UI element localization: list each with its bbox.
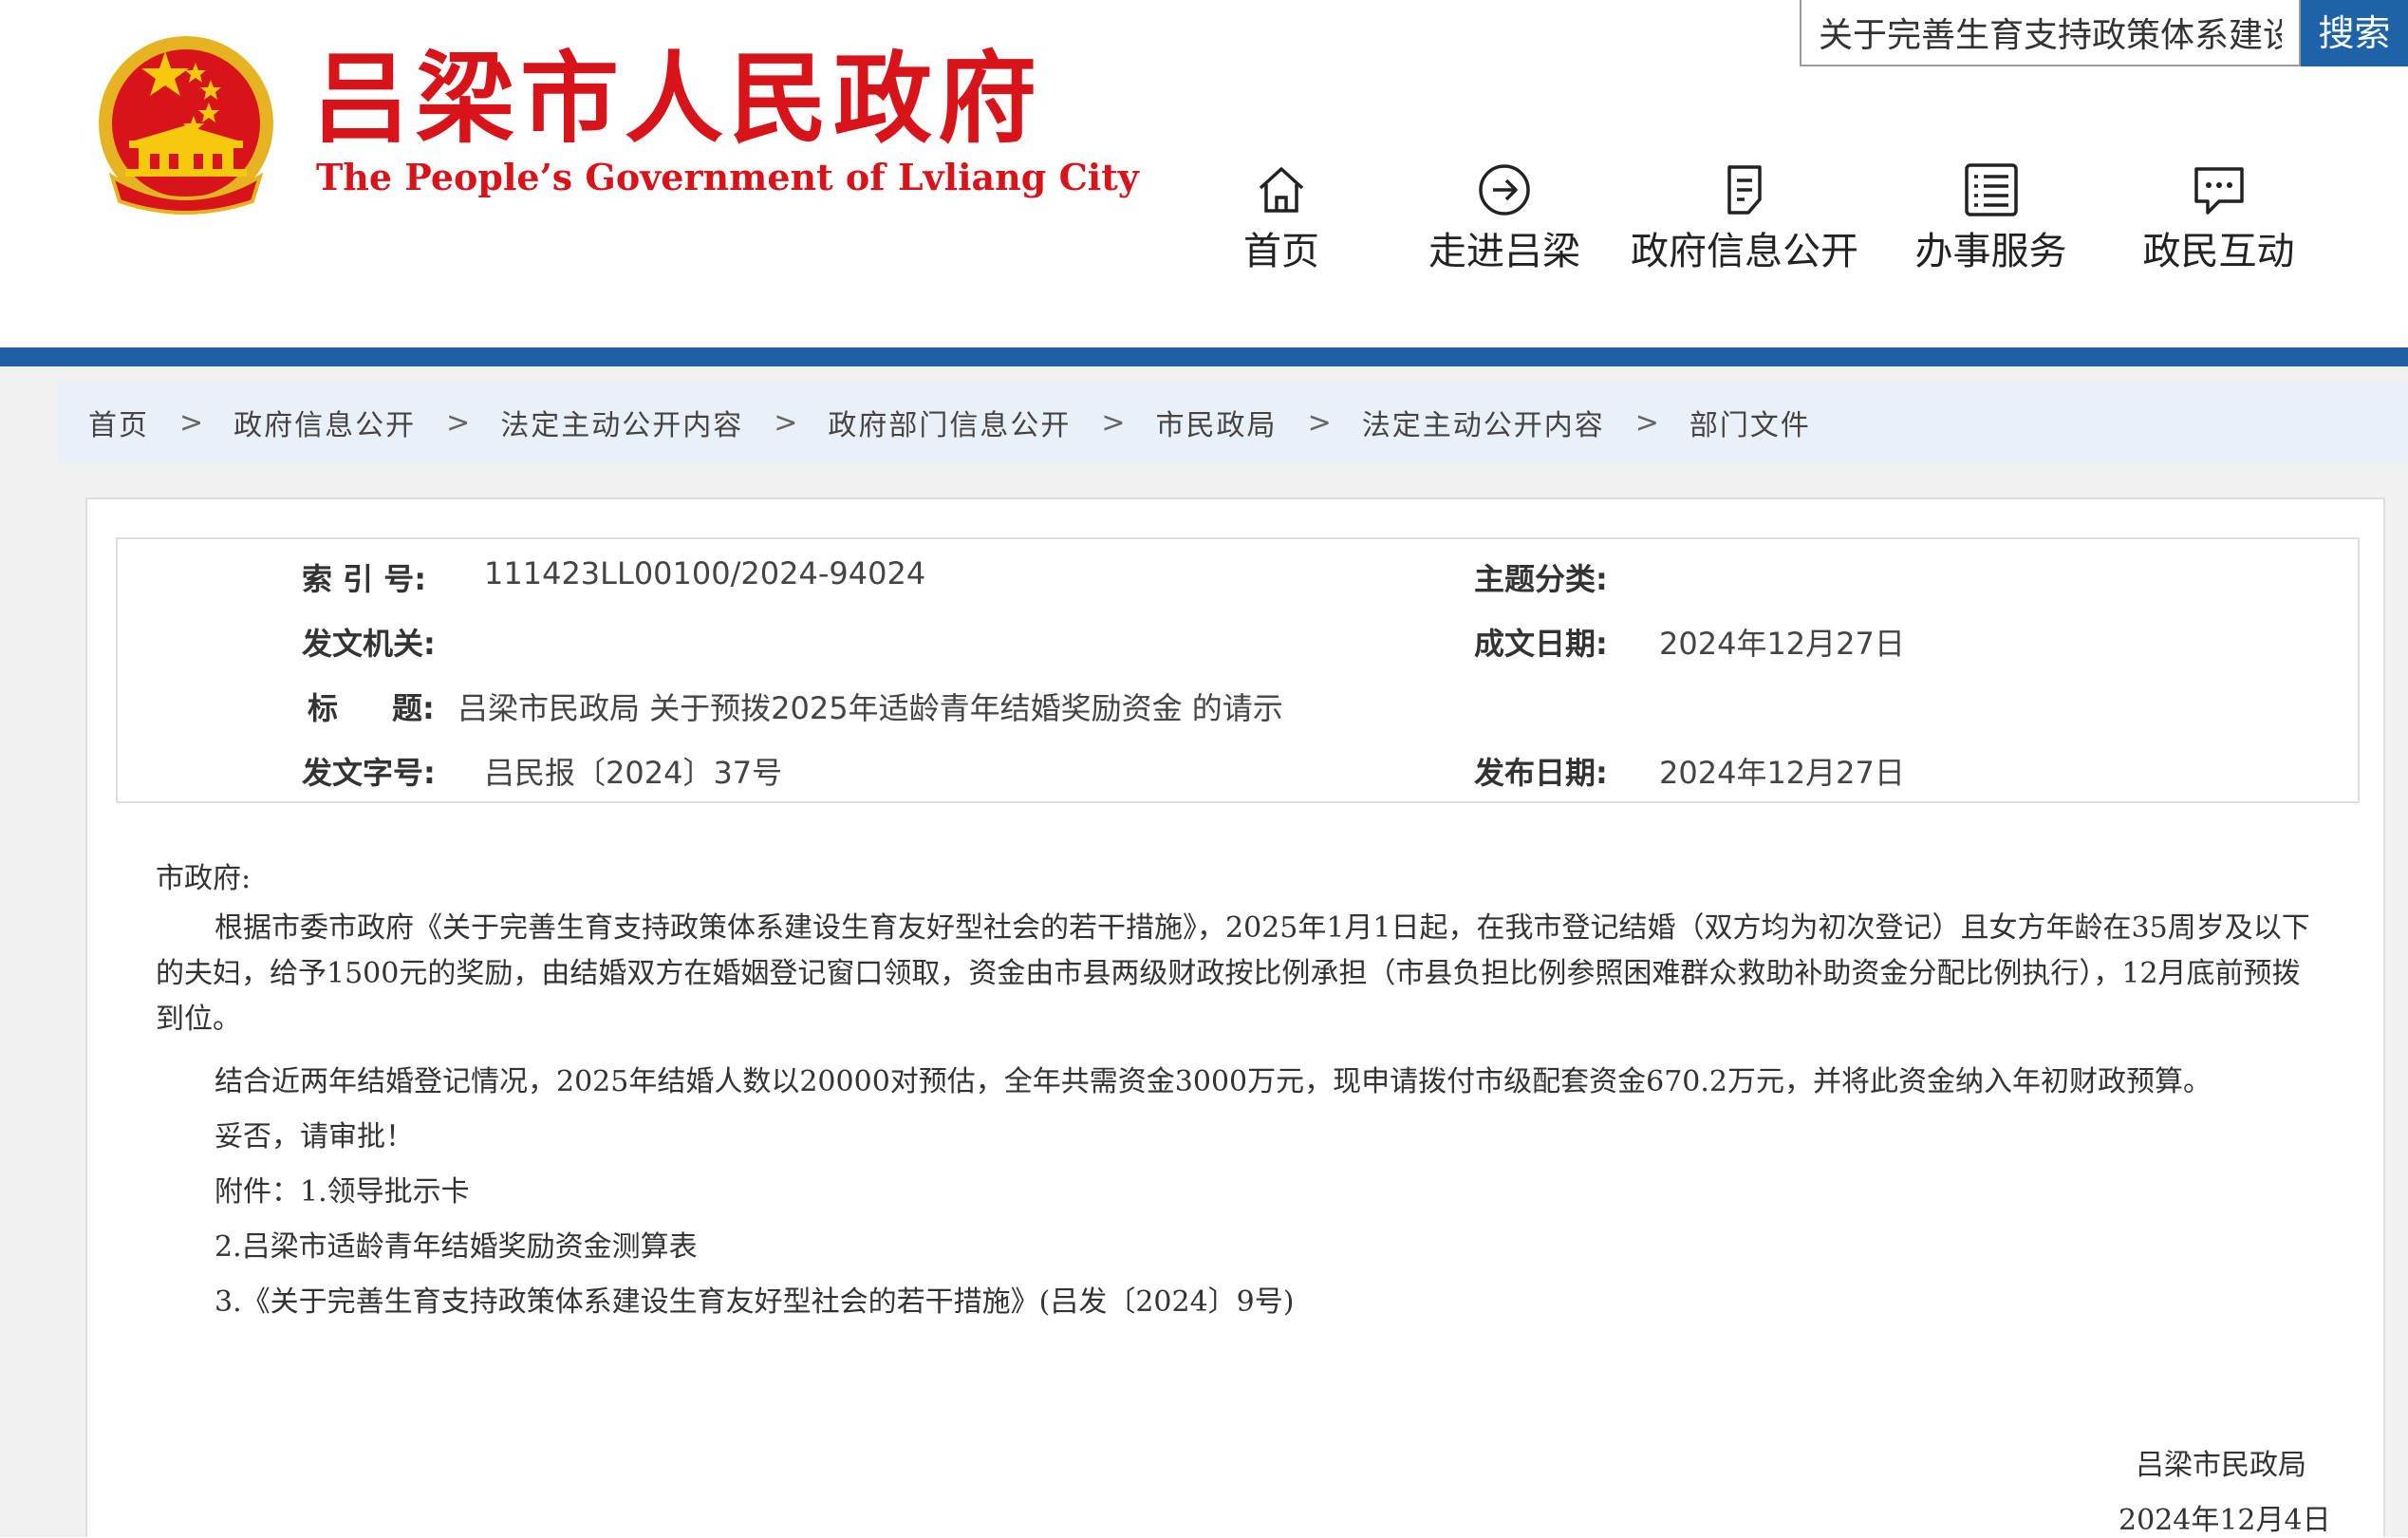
site-header: 吕梁市人民政府 The People’s Government of Lvlia… bbox=[0, 0, 2408, 347]
published-date-value: 2024年12月27日 bbox=[1659, 755, 1905, 791]
nav-home-label: 首页 bbox=[1243, 230, 1319, 273]
nav-interaction-label: 政民互动 bbox=[2142, 230, 2295, 273]
breadcrumb: 首页 > 政府信息公开 > 法定主动公开内容 > 政府部门信息公开 > 市民政局… bbox=[58, 382, 2408, 463]
nav-interaction[interactable]: 政民互动 bbox=[2140, 161, 2297, 294]
breadcrumb-separator: > bbox=[446, 405, 471, 440]
breadcrumb-separator: > bbox=[179, 405, 204, 440]
created-date-value: 2024年12月27日 bbox=[1659, 626, 1905, 662]
nav-about-lvliang[interactable]: 走进吕梁 bbox=[1419, 161, 1590, 294]
document-metadata-table bbox=[116, 537, 2360, 803]
document-icon bbox=[1727, 165, 1762, 215]
attachment-item-1: 附件：1.领导批示卡 bbox=[215, 1175, 470, 1209]
breadcrumb-separator: > bbox=[1634, 405, 1659, 440]
document-request: 妥否，请审批！ bbox=[215, 1120, 414, 1154]
nav-services-label: 办事服务 bbox=[1914, 230, 2067, 273]
document-paragraph-1: 根据市委市政府《关于完善生育支持政策体系建设生育友好型社会的若干措施》，2025… bbox=[156, 911, 2310, 1036]
attachment-item-2: 2.吕梁市适龄青年结婚奖励资金测算表 bbox=[215, 1230, 698, 1264]
attachment-item-3: 3.《关于完善生育支持政策体系建设生育友好型社会的若干措施》(吕发〔2024〕9… bbox=[215, 1285, 1295, 1319]
document-salutation: 市政府: bbox=[156, 862, 252, 895]
breadcrumb-home[interactable]: 首页 bbox=[88, 402, 149, 443]
nav-home[interactable]: 首页 bbox=[1234, 161, 1329, 294]
national-emblem-icon bbox=[99, 36, 273, 215]
search-input[interactable] bbox=[1801, 0, 2299, 65]
published-date-label: 发布日期: bbox=[1474, 755, 1608, 791]
breadcrumb-dept-info[interactable]: 政府部门信息公开 bbox=[828, 402, 1071, 443]
document-title-value: 吕梁市民政局 关于预拨2025年适龄青年结婚奖励资金 的请示 bbox=[457, 690, 1283, 726]
document-paragraph-2: 结合近两年结婚登记情况，2025年结婚人数以20000对预估，全年共需资金300… bbox=[215, 1065, 2212, 1098]
list-icon bbox=[1964, 163, 2018, 216]
nav-about-label: 走进吕梁 bbox=[1428, 230, 1580, 273]
breadcrumb-separator: > bbox=[1307, 405, 1332, 440]
created-date-label: 成文日期: bbox=[1474, 626, 1608, 662]
breadcrumb-statutory-content-2[interactable]: 法定主动公开内容 bbox=[1362, 402, 1605, 443]
title-label-part1: 标 bbox=[308, 690, 339, 726]
title-label-part2: 题: bbox=[392, 690, 435, 726]
breadcrumb-separator: > bbox=[774, 405, 798, 440]
search-button[interactable]: 搜索 bbox=[2301, 0, 2408, 66]
topic-label: 主题分类: bbox=[1474, 561, 1608, 597]
site-title: 吕梁市人民政府 bbox=[311, 40, 1043, 157]
document-signed-date: 2024年12月4日 bbox=[2119, 1504, 2331, 1537]
header-divider-bar bbox=[0, 347, 2408, 366]
document-number-value: 吕民报〔2024〕37号 bbox=[484, 755, 783, 791]
search-box bbox=[1800, 0, 2301, 66]
site-subtitle-english: The People’s Government of Lvliang City bbox=[316, 156, 1139, 198]
breadcrumb-separator: > bbox=[1101, 405, 1126, 440]
nav-gov-info[interactable]: 政府信息公开 bbox=[1631, 161, 1858, 294]
breadcrumb-dept-documents[interactable]: 部门文件 bbox=[1689, 402, 1811, 443]
index-number-label: 索 引 号: bbox=[302, 561, 427, 597]
document-signature: 吕梁市民政局 bbox=[2136, 1449, 2306, 1482]
breadcrumb-gov-info[interactable]: 政府信息公开 bbox=[233, 402, 416, 443]
breadcrumb-statutory-content[interactable]: 法定主动公开内容 bbox=[500, 402, 743, 443]
document-number-label: 发文字号: bbox=[302, 755, 436, 791]
nav-services[interactable]: 办事服务 bbox=[1913, 161, 2069, 294]
breadcrumb-civil-affairs[interactable]: 市民政局 bbox=[1156, 402, 1278, 443]
index-number-value: 111423LL00100/2024-94024 bbox=[484, 555, 926, 591]
arrow-circle-icon bbox=[1479, 164, 1530, 216]
nav-gov-info-label: 政府信息公开 bbox=[1631, 230, 1858, 273]
chat-icon bbox=[2193, 167, 2244, 215]
home-icon bbox=[1259, 167, 1304, 213]
issuer-label: 发文机关: bbox=[302, 626, 436, 662]
